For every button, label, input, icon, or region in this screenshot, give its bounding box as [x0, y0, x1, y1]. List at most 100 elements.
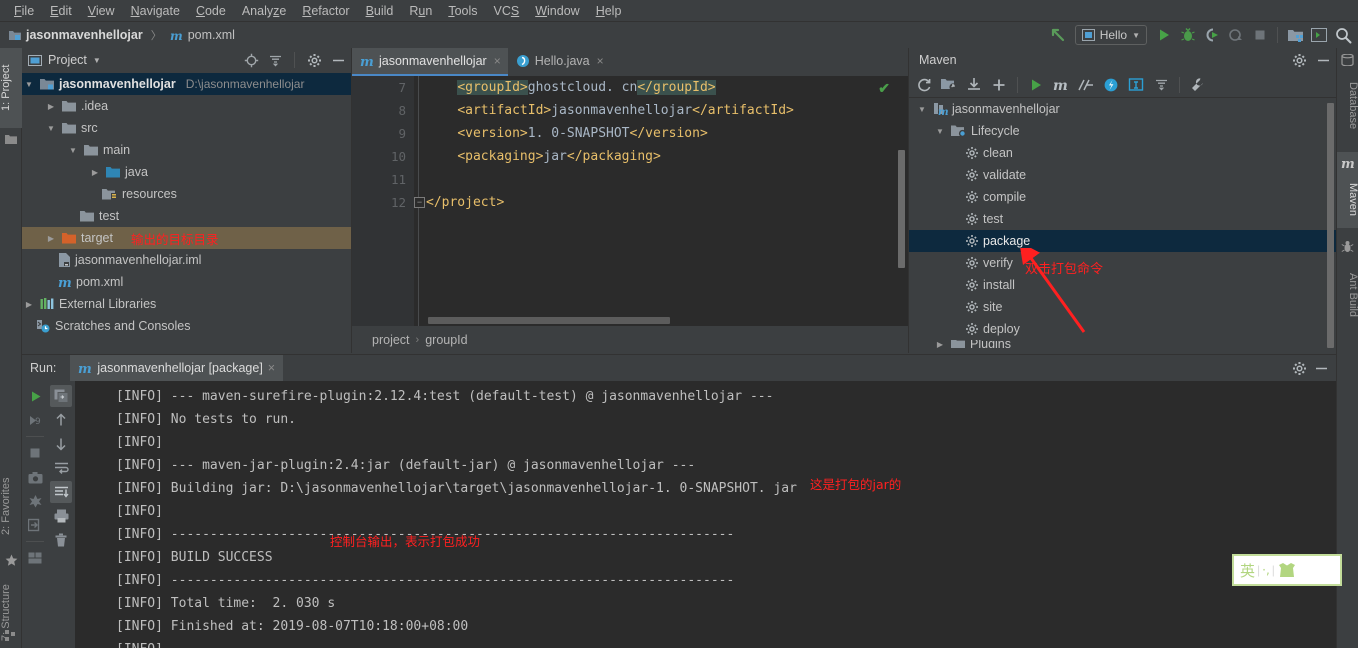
- layout-icon[interactable]: [24, 547, 46, 569]
- search-icon[interactable]: [1332, 24, 1354, 46]
- breadcrumb-segment-groupid[interactable]: groupId: [425, 333, 467, 347]
- download-icon[interactable]: [963, 74, 985, 96]
- menu-item-analyze[interactable]: Analyze: [234, 2, 294, 20]
- trash-icon[interactable]: [50, 529, 72, 551]
- minus-icon[interactable]: [1314, 51, 1332, 69]
- run-configuration-selector[interactable]: Hello ▼: [1074, 25, 1147, 45]
- menu-item-edit[interactable]: Edit: [42, 2, 80, 20]
- menu-item-run[interactable]: Run: [401, 2, 440, 20]
- printer-icon[interactable]: [50, 505, 72, 527]
- console-icon[interactable]: [50, 385, 72, 407]
- editor-vertical-scrollbar[interactable]: [898, 150, 905, 268]
- menu-item-window[interactable]: Window: [527, 2, 587, 20]
- close-icon[interactable]: ×: [268, 361, 275, 375]
- close-icon[interactable]: ×: [597, 54, 604, 68]
- target-icon[interactable]: [242, 51, 260, 69]
- ime-punctuation-toggle[interactable]: ·,: [1262, 563, 1270, 577]
- sidebar-item-favorites[interactable]: 2: Favorites: [0, 463, 22, 549]
- scroll-to-end-icon[interactable]: [50, 481, 72, 503]
- rerun-button[interactable]: [24, 385, 46, 407]
- ime-floating-bar[interactable]: 英 | ·, |: [1232, 554, 1342, 586]
- execute-maven-goal-button[interactable]: m: [1050, 74, 1072, 96]
- terminal-button[interactable]: [1308, 24, 1330, 46]
- menu-item-view[interactable]: View: [80, 2, 123, 20]
- maven-goal-test[interactable]: test: [909, 208, 1336, 230]
- ime-mode-label[interactable]: 英: [1240, 560, 1255, 581]
- chevron-right-icon[interactable]: ▶: [933, 340, 947, 348]
- chevron-down-icon[interactable]: ▼: [933, 127, 947, 136]
- sidebar-item-database[interactable]: Database: [1337, 70, 1358, 142]
- menu-item-code[interactable]: Code: [188, 2, 234, 20]
- run-tab[interactable]: m jasonmavenhellojar [package] ×: [70, 355, 284, 381]
- maven-row-plugins[interactable]: ▶ Plugins: [909, 340, 1336, 348]
- tree-row-scratches[interactable]: Scratches and Consoles: [22, 315, 351, 337]
- maven-goal-deploy[interactable]: deploy: [909, 318, 1336, 340]
- tree-row-iml[interactable]: jasonmavenhellojar.iml: [22, 249, 351, 271]
- chevron-down-icon[interactable]: ▼: [93, 56, 101, 65]
- tree-row-src[interactable]: ▼ src: [22, 117, 351, 139]
- run-with-coverage-button[interactable]: [1201, 24, 1223, 46]
- tree-row-java[interactable]: ▶ java: [22, 161, 351, 183]
- refresh-icon[interactable]: [913, 74, 935, 96]
- menu-item-help[interactable]: Help: [588, 2, 630, 20]
- chevron-right-icon[interactable]: ▶: [44, 102, 58, 111]
- tree-row-external-libraries[interactable]: ▶ External Libraries: [22, 293, 351, 315]
- tree-row-idea[interactable]: ▶ .idea: [22, 95, 351, 117]
- menu-item-navigate[interactable]: Navigate: [123, 2, 188, 20]
- stop-button[interactable]: [24, 442, 46, 464]
- soft-wrap-icon[interactable]: [50, 457, 72, 479]
- chevron-down-icon[interactable]: ▼: [915, 105, 929, 114]
- menu-item-file[interactable]: File: [6, 2, 42, 20]
- camera-icon[interactable]: [24, 466, 46, 488]
- project-structure-button[interactable]: [1284, 24, 1306, 46]
- tree-row-main[interactable]: ▼ main: [22, 139, 351, 161]
- maven-goal-verify[interactable]: verify: [909, 252, 1336, 274]
- console-output[interactable]: [INFO] --- maven-surefire-plugin:2.12.4:…: [74, 381, 1336, 648]
- generate-sources-icon[interactable]: [938, 74, 960, 96]
- maven-goal-package[interactable]: package: [909, 230, 1336, 252]
- debug-button[interactable]: [1177, 24, 1199, 46]
- plus-icon[interactable]: [988, 74, 1010, 96]
- offline-icon[interactable]: [1100, 74, 1122, 96]
- run-maven-build-button[interactable]: [1025, 74, 1047, 96]
- collapse-all-icon[interactable]: [1150, 74, 1172, 96]
- code-editor[interactable]: 7 8 9 10 11 12 − <groupId>ghostcloud. cn…: [352, 76, 908, 326]
- gear-icon[interactable]: [1290, 359, 1308, 377]
- editor-horizontal-scrollbar[interactable]: [428, 317, 670, 324]
- minus-icon[interactable]: [329, 51, 347, 69]
- chevron-right-icon[interactable]: ▶: [88, 168, 102, 177]
- chevron-down-icon[interactable]: ▼: [66, 146, 80, 155]
- collapse-all-icon[interactable]: [266, 51, 284, 69]
- inspection-status-icon[interactable]: ✔: [878, 80, 890, 97]
- maven-goal-clean[interactable]: clean: [909, 142, 1336, 164]
- sidebar-item-project[interactable]: 1: Project: [0, 48, 22, 128]
- tasks-icon[interactable]: [24, 490, 46, 512]
- arrow-up-left-icon[interactable]: [1047, 24, 1069, 46]
- menu-item-build[interactable]: Build: [358, 2, 402, 20]
- tree-row-target[interactable]: ▶ target 输出的目标目录: [22, 227, 351, 249]
- fold-marker[interactable]: −: [414, 197, 425, 208]
- maven-row-lifecycle[interactable]: ▼ Lifecycle: [909, 120, 1336, 142]
- run-button[interactable]: [1153, 24, 1175, 46]
- arrow-down-icon[interactable]: [50, 433, 72, 455]
- maven-vertical-scrollbar[interactable]: [1327, 103, 1334, 348]
- tree-row-pom[interactable]: m pom.xml: [22, 271, 351, 293]
- breadcrumb-segment-project[interactable]: project: [372, 333, 410, 347]
- sidebar-item-ant-build[interactable]: Ant Build: [1337, 256, 1358, 334]
- maven-goal-install[interactable]: install: [909, 274, 1336, 296]
- maven-goal-validate[interactable]: validate: [909, 164, 1336, 186]
- arrow-up-icon[interactable]: [50, 409, 72, 431]
- chevron-down-icon[interactable]: ▼: [44, 124, 58, 133]
- minus-icon[interactable]: [1312, 359, 1330, 377]
- close-icon[interactable]: ×: [494, 54, 501, 68]
- menu-item-vcs[interactable]: VCS: [486, 2, 528, 20]
- tree-row-test[interactable]: test: [22, 205, 351, 227]
- profile-button[interactable]: [1225, 24, 1247, 46]
- fold-gutter[interactable]: −: [414, 76, 426, 326]
- menu-item-tools[interactable]: Tools: [440, 2, 485, 20]
- editor-tab-hello-java[interactable]: Hello.java ×: [508, 48, 611, 76]
- export-icon[interactable]: [24, 514, 46, 536]
- tree-row-resources[interactable]: resources: [22, 183, 351, 205]
- maven-goal-compile[interactable]: compile: [909, 186, 1336, 208]
- chevron-right-icon[interactable]: ▶: [22, 300, 36, 309]
